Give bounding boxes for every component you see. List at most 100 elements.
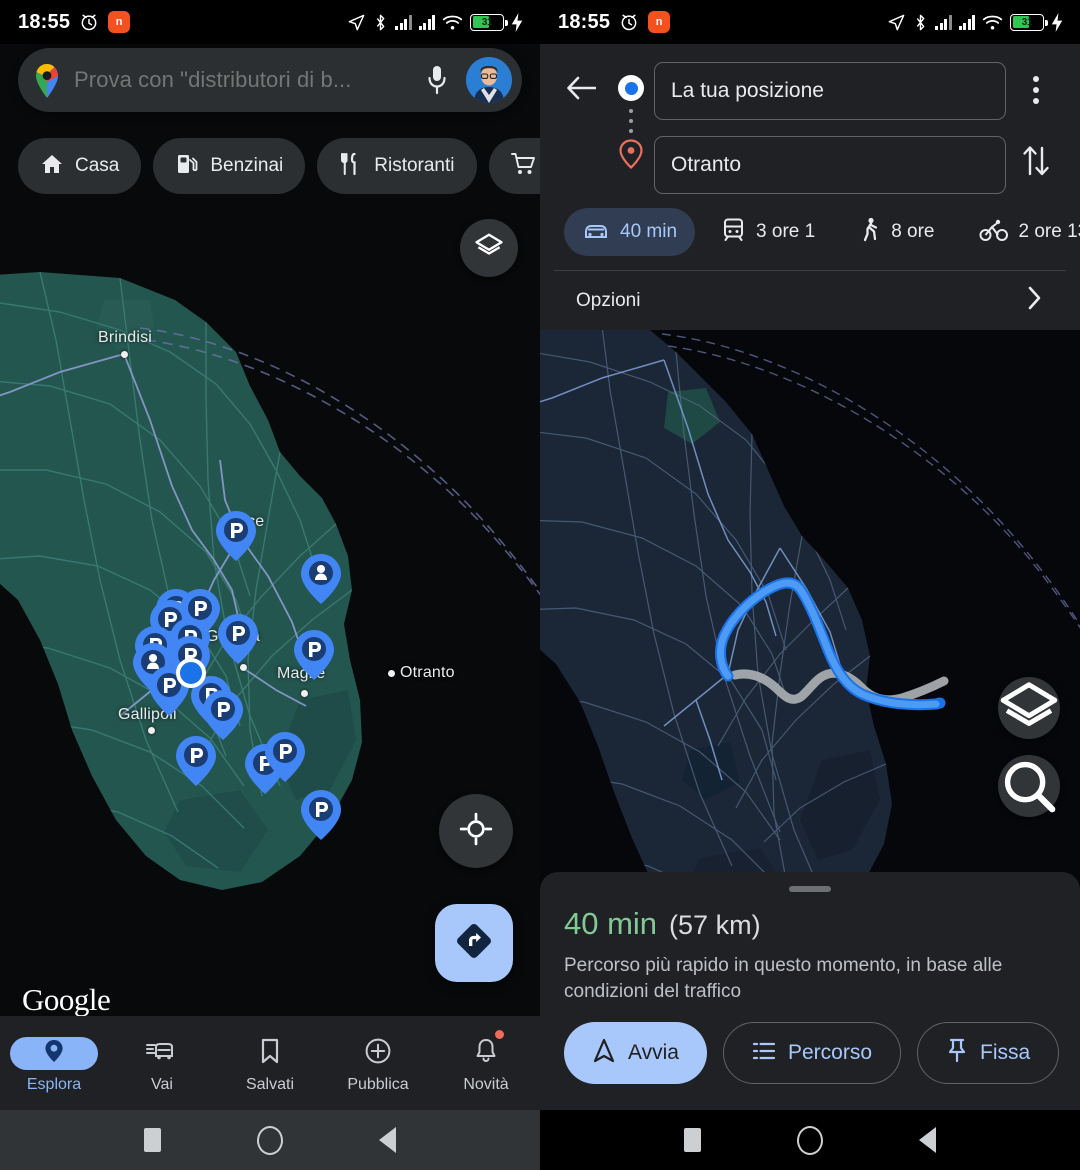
bottom-navigation: Esplora Vai Salvati Pubblica Novità — [0, 1016, 540, 1110]
status-bar-left: 18:55 n — [18, 10, 131, 34]
back-arrow-icon[interactable] — [554, 56, 608, 120]
chip-label: Ristoranti — [374, 155, 455, 176]
status-time: 18:55 — [18, 10, 71, 33]
recents-button[interactable] — [684, 1128, 701, 1152]
list-icon — [752, 1041, 776, 1066]
sheet-drag-handle[interactable] — [789, 886, 831, 892]
directions-button[interactable] — [435, 904, 513, 982]
plus-circle-icon — [365, 1038, 391, 1069]
route-distance: (57 km) — [669, 910, 761, 940]
home-icon — [40, 152, 64, 181]
home-button[interactable] — [257, 1125, 283, 1155]
map-layers-button[interactable] — [998, 677, 1060, 739]
left-phone-screen: Brindisi ce G ina Maglie Otranto Gallipo… — [0, 0, 540, 1170]
google-attribution: Google — [22, 982, 111, 1017]
right-phone-screen: Brindisi Lecce Nar Gallipoli 40 min 41 m… — [540, 0, 1080, 1170]
origin-field[interactable]: La tua posizione — [654, 62, 1006, 120]
recents-button[interactable] — [144, 1128, 161, 1152]
nav-label: Novità — [463, 1075, 509, 1093]
button-label: Fissa — [980, 1041, 1031, 1065]
nav-label: Salvati — [245, 1075, 295, 1093]
nav-pill — [226, 1037, 314, 1070]
map-search-button[interactable] — [998, 755, 1060, 817]
route-summary-sheet: 40 min (57 km) Percorso più rapido in qu… — [540, 872, 1080, 1110]
microphone-icon[interactable] — [420, 60, 454, 100]
map-pin-icon — [43, 1039, 65, 1068]
map-layers-button[interactable] — [460, 219, 518, 277]
nav-item-vai[interactable]: Vai — [108, 1016, 216, 1110]
more-vertical-icon[interactable] — [1033, 76, 1039, 104]
mode-tab-driving[interactable]: 40 min — [564, 208, 696, 256]
android-system-bar — [0, 1110, 540, 1170]
nav-item-esplora[interactable]: Esplora — [0, 1016, 108, 1110]
origin-value: La tua posizione — [671, 79, 824, 102]
category-chips: Casa Benzinai Ristoranti Alim — [0, 138, 540, 194]
chip-benzinai[interactable]: Benzinai — [153, 138, 306, 194]
car-icon — [582, 218, 610, 247]
mode-label: 2 ore 13 — [1018, 221, 1080, 242]
fuel-pump-icon — [175, 152, 199, 181]
alarm-icon — [79, 12, 99, 32]
route-action-buttons: Avvia Percorso Fissa — [564, 1022, 1060, 1085]
android-system-bar — [540, 1110, 1080, 1170]
start-navigation-button[interactable]: Avvia — [564, 1022, 707, 1085]
nav-label: Esplora — [26, 1075, 82, 1093]
mode-tab-cycling[interactable]: 2 ore 13 — [961, 208, 1080, 256]
mode-label: 40 min — [620, 221, 678, 242]
search-bar[interactable] — [18, 48, 522, 112]
pin-route-button[interactable]: Fissa — [917, 1022, 1060, 1085]
status-bar: 18:55 n 31 — [540, 0, 1080, 44]
status-bar-left: 18:55 n — [558, 10, 671, 34]
notification-badge — [494, 1030, 504, 1039]
status-time: 18:55 — [558, 10, 611, 33]
route-steps-button[interactable]: Percorso — [722, 1022, 902, 1085]
bicycle-icon — [979, 218, 1009, 247]
nav-item-novita[interactable]: Novità — [432, 1016, 540, 1110]
button-label: Percorso — [787, 1041, 873, 1065]
mode-tab-transit[interactable]: 3 ore 1 — [703, 208, 833, 256]
options-row[interactable]: Opzioni — [554, 271, 1066, 331]
restaurant-icon — [339, 152, 363, 181]
route-dashes — [629, 109, 633, 133]
current-location-dot-icon — [618, 75, 644, 101]
signal-2-icon — [958, 14, 975, 30]
chip-alimentari[interactable]: Alim — [488, 138, 540, 194]
directions-arrow-icon — [454, 921, 494, 966]
bookmark-icon — [259, 1038, 281, 1069]
avatar[interactable] — [466, 57, 512, 103]
back-button[interactable] — [919, 1127, 936, 1153]
navigation-arrow-icon — [887, 13, 906, 32]
search-input[interactable] — [74, 67, 408, 93]
my-location-button[interactable] — [439, 794, 513, 868]
chip-ristoranti[interactable]: Ristoranti — [317, 138, 477, 194]
back-button[interactable] — [379, 1127, 396, 1153]
mode-tab-walking[interactable]: 8 ore — [841, 208, 952, 256]
commute-icon — [146, 1039, 178, 1068]
bell-icon — [474, 1038, 498, 1069]
status-bar-right: 31 — [347, 12, 524, 32]
route-duration: 40 min — [564, 906, 658, 941]
navigation-arrow-icon — [347, 13, 366, 32]
signal-1-icon — [935, 14, 952, 30]
home-button[interactable] — [797, 1125, 823, 1155]
status-bar-right: 31 — [887, 12, 1064, 32]
nav-pill — [334, 1037, 422, 1070]
directions-fields-row: La tua posizione Otranto — [554, 56, 1066, 194]
nav-label: Vai — [151, 1075, 173, 1093]
shopping-cart-icon — [510, 152, 537, 181]
destination-field[interactable]: Otranto — [654, 136, 1006, 194]
nav-item-salvati[interactable]: Salvati — [216, 1016, 324, 1110]
chip-casa[interactable]: Casa — [18, 138, 142, 194]
navigation-icon — [592, 1038, 616, 1069]
button-label: Avvia — [628, 1041, 679, 1065]
chevron-right-icon — [1026, 284, 1044, 318]
bluetooth-icon — [373, 13, 388, 32]
route-endpoints-indicator — [608, 56, 654, 174]
status-bar: 18:55 n 31 — [0, 0, 540, 44]
nav-item-pubblica[interactable]: Pubblica — [324, 1016, 432, 1110]
battery-icon: 31 — [470, 13, 508, 31]
swap-vertical-icon[interactable] — [1019, 142, 1053, 183]
mode-label: 3 ore 1 — [756, 221, 816, 242]
transit-icon — [721, 217, 746, 247]
pin-icon — [946, 1038, 968, 1069]
